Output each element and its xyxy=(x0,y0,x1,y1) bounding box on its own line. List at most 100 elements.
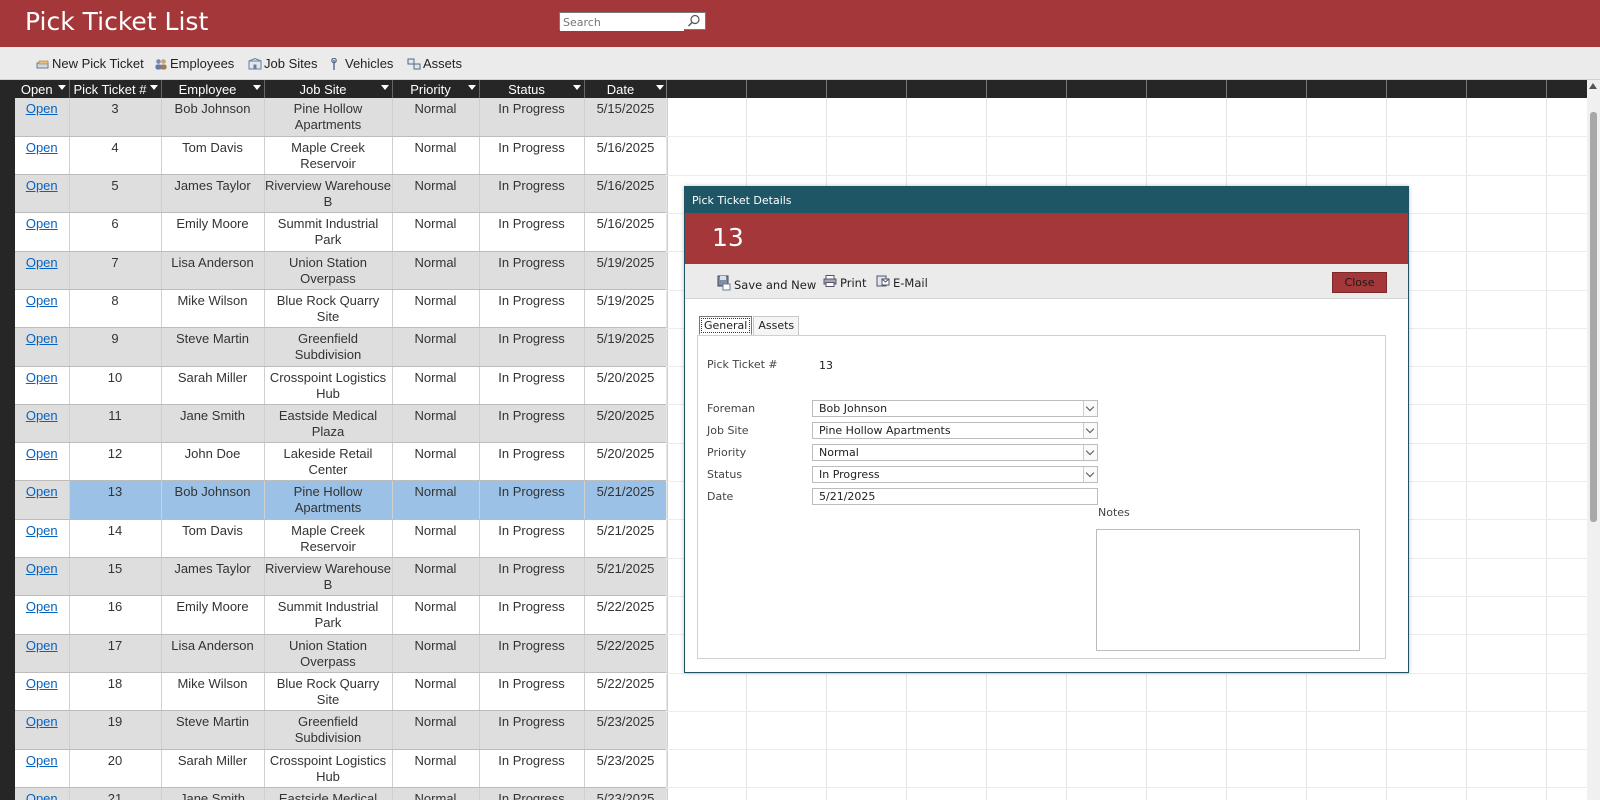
open-link[interactable]: Open xyxy=(26,753,58,768)
employee-cell[interactable]: John Doe xyxy=(161,442,265,482)
ticket-number-cell[interactable]: 21 xyxy=(69,787,162,800)
employee-cell[interactable]: Mike Wilson xyxy=(161,672,265,712)
filter-dropdown-icon[interactable] xyxy=(572,85,581,90)
table-row[interactable]: Open 21Jane SmithEastside Medical PlazaNo… xyxy=(15,787,668,800)
ticket-number-cell[interactable]: 13 xyxy=(69,480,162,520)
job-site-cell[interactable]: Eastside Medical Plaza xyxy=(264,404,393,444)
date-cell[interactable]: 5/23/2025 xyxy=(584,787,668,800)
status-cell[interactable]: In Progress xyxy=(479,366,585,405)
table-row[interactable]: Open 12 John Doe Lakeside Retail Center Norm… xyxy=(15,442,668,482)
job-site-cell[interactable]: Riverview Warehouse B xyxy=(264,557,393,597)
date-cell[interactable]: 5/22/2025 xyxy=(584,634,668,673)
ticket-number-cell[interactable]: 9 xyxy=(69,327,162,367)
job-site-cell[interactable]: Pine Hollow Apartments xyxy=(264,480,393,520)
tab-general[interactable]: General xyxy=(699,316,753,335)
job-site-cell[interactable]: Greenfield Subdivision xyxy=(264,710,393,750)
table-row[interactable]: Open 5 James Taylor Riverview Warehouse B No… xyxy=(15,174,668,214)
record-selector-column[interactable] xyxy=(0,80,15,800)
priority-column-header[interactable]: Priority xyxy=(392,80,480,98)
employee-cell[interactable]: Bob Johnson xyxy=(161,480,265,520)
employee-cell[interactable]: Emily Moore xyxy=(161,595,265,635)
employee-cell[interactable]: Steve Martin xyxy=(161,327,265,367)
table-row[interactable]: Open 13 Bob Johnson Pine Hollow Apartments N… xyxy=(15,480,668,520)
date-cell[interactable]: 5/19/2025 xyxy=(584,327,668,367)
table-row[interactable]: Open 16 Emily Moore Summit Industrial Park N… xyxy=(15,595,668,635)
open-link[interactable]: Open xyxy=(26,638,58,653)
date-cell[interactable]: 5/22/2025 xyxy=(584,595,668,635)
date-cell[interactable]: 5/20/2025 xyxy=(584,404,668,444)
priority-cell[interactable]: Normal xyxy=(392,212,480,252)
date-cell[interactable]: 5/16/2025 xyxy=(584,174,668,214)
date-cell[interactable]: 5/21/2025 xyxy=(584,557,668,597)
priority-combo[interactable]: Normal xyxy=(812,444,1098,461)
job-site-cell[interactable]: Lakeside Retail Center xyxy=(264,442,393,482)
status-cell[interactable]: In Progress xyxy=(479,98,585,137)
table-row[interactable]: Open 6 Emily Moore Summit Industrial Park No… xyxy=(15,212,668,252)
ticket-number-cell[interactable]: 11 xyxy=(69,404,162,444)
print-button[interactable]: Print xyxy=(823,275,866,290)
ticket-number-cell[interactable]: 3 xyxy=(69,98,162,137)
employee-cell[interactable]: James Taylor xyxy=(161,557,265,597)
open-link[interactable]: Open xyxy=(26,446,58,461)
table-row[interactable]: Open 19 Steve Martin Greenfield Subdivision… xyxy=(15,710,668,750)
table-row[interactable]: Open 11 Jane Smith Eastside Medical Plaza No… xyxy=(15,404,668,444)
employee-cell[interactable]: Jane Smith xyxy=(161,404,265,444)
date-cell[interactable]: 5/20/2025 xyxy=(584,442,668,482)
open-column-header[interactable]: Open xyxy=(15,80,70,98)
ticket-number-cell[interactable]: 12 xyxy=(69,442,162,482)
table-row[interactable]: Open 10 Sarah Miller Crosspoint Logistics H… xyxy=(15,366,668,405)
employee-cell[interactable]: James Taylor xyxy=(161,174,265,214)
vertical-scrollbar[interactable] xyxy=(1587,80,1600,800)
notes-textarea[interactable] xyxy=(1096,529,1360,651)
priority-cell[interactable]: Normal xyxy=(392,634,480,673)
date-cell[interactable]: 5/21/2025 xyxy=(584,480,668,520)
job-site-cell[interactable]: Riverview Warehouse B xyxy=(264,174,393,214)
open-link[interactable]: Open xyxy=(26,140,58,155)
date-cell[interactable]: 5/23/2025 xyxy=(584,749,668,788)
status-cell[interactable]: In Progress xyxy=(479,251,585,290)
ticket-number-cell[interactable]: 18 xyxy=(69,672,162,712)
open-link[interactable]: Open xyxy=(26,331,58,346)
date-cell[interactable]: 5/19/2025 xyxy=(584,289,668,329)
table-row[interactable]: Open 14 Tom Davis Maple Creek Reservoir Norm… xyxy=(15,519,668,559)
employees-button[interactable]: Employees xyxy=(154,56,234,71)
employee-cell[interactable]: Sarah Miller xyxy=(161,749,265,788)
job-site-combo[interactable]: Pine Hollow Apartments xyxy=(812,422,1098,439)
scroll-up-arrow-icon[interactable] xyxy=(1589,83,1597,89)
table-row[interactable]: Open 20 Sarah Miller Crosspoint Logistics H… xyxy=(15,749,668,788)
chevron-down-icon[interactable] xyxy=(1083,423,1097,438)
priority-cell[interactable]: Normal xyxy=(392,710,480,750)
job-site-cell[interactable]: Maple Creek Reservoir xyxy=(264,136,393,176)
date-column-header[interactable]: Date xyxy=(584,80,668,98)
table-row[interactable]: Open 18 Mike Wilson Blue Rock Quarry Site No… xyxy=(15,672,668,712)
open-link[interactable]: Open xyxy=(26,561,58,576)
status-column-header[interactable]: Status xyxy=(479,80,585,98)
date-cell[interactable]: 5/16/2025 xyxy=(584,212,668,252)
job-site-cell[interactable]: Union Station Overpass xyxy=(264,634,393,673)
employee-cell[interactable]: Jane Smith xyxy=(161,787,265,800)
status-cell[interactable]: In Progress xyxy=(479,787,585,800)
close-button[interactable]: Close xyxy=(1332,272,1387,293)
ticket-number-cell[interactable]: 8 xyxy=(69,289,162,329)
table-row[interactable]: Open 8 Mike Wilson Blue Rock Quarry Site Nor… xyxy=(15,289,668,329)
open-link[interactable]: Open xyxy=(26,791,58,800)
ticket-number-cell[interactable]: 14 xyxy=(69,519,162,559)
table-row[interactable]: Open 15 James Taylor Riverview Warehouse BN… xyxy=(15,557,668,597)
status-cell[interactable]: In Progress xyxy=(479,480,585,520)
open-link[interactable]: Open xyxy=(26,484,58,499)
priority-cell[interactable]: Normal xyxy=(392,251,480,290)
ticket-number-cell[interactable]: 5 xyxy=(69,174,162,214)
date-cell[interactable]: 5/23/2025 xyxy=(584,710,668,750)
status-cell[interactable]: In Progress xyxy=(479,136,585,176)
status-cell[interactable]: In Progress xyxy=(479,595,585,635)
status-cell[interactable]: In Progress xyxy=(479,749,585,788)
employee-cell[interactable]: Bob Johnson xyxy=(161,98,265,137)
filter-dropdown-icon[interactable] xyxy=(380,85,389,90)
filter-dropdown-icon[interactable] xyxy=(252,85,261,90)
date-cell[interactable]: 5/19/2025 xyxy=(584,251,668,290)
date-cell[interactable]: 5/15/2025 xyxy=(584,98,668,137)
job-sites-button[interactable]: Job Sites xyxy=(248,56,317,71)
employee-column-header[interactable]: Employee xyxy=(161,80,265,98)
status-cell[interactable]: In Progress xyxy=(479,289,585,329)
status-cell[interactable]: In Progress xyxy=(479,634,585,673)
